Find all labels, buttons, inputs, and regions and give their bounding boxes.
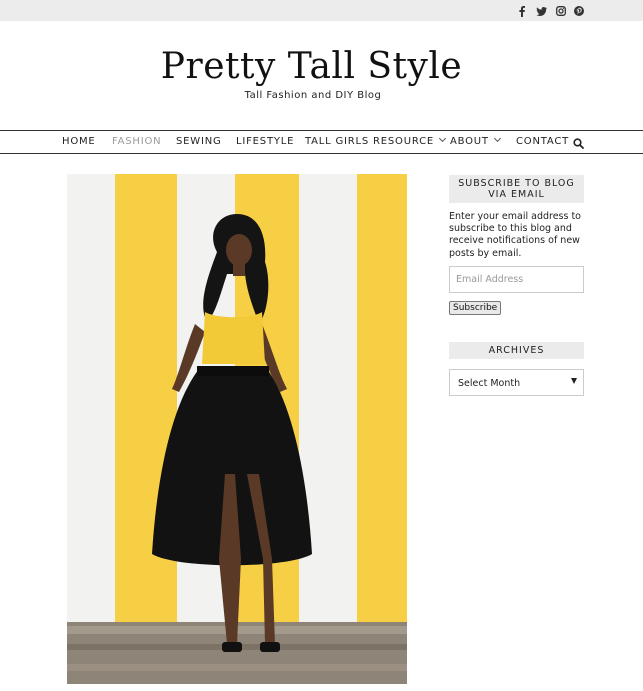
twitter-icon[interactable]	[535, 5, 547, 17]
main-nav: HOME FASHION SEWING LIFESTYLE TALL GIRLS…	[0, 130, 643, 154]
subscribe-widget-title: SUBSCRIBE TO BLOG VIA EMAIL	[449, 175, 584, 203]
subscribe-button[interactable]: Subscribe	[449, 301, 502, 315]
archives-month-select[interactable]: Select Month	[449, 369, 584, 396]
nav-item-label: ABOUT	[450, 136, 489, 147]
facebook-icon[interactable]	[518, 5, 526, 17]
subscribe-description: Enter your email address to subscribe to…	[449, 211, 581, 259]
pinterest-icon[interactable]	[573, 5, 584, 17]
search-icon[interactable]	[573, 136, 584, 149]
nav-item-fashion[interactable]: FASHION	[112, 136, 161, 147]
nav-item-about[interactable]: ABOUT	[450, 134, 501, 147]
top-social-bar	[0, 0, 643, 21]
nav-item-lifestyle[interactable]: LIFESTYLE	[236, 136, 294, 147]
email-field[interactable]	[449, 266, 584, 293]
archives-widget-title: ARCHIVES	[449, 342, 584, 359]
nav-item-label: TALL GIRLS RESOURCE	[305, 136, 434, 147]
site-title[interactable]: Pretty Tall Style	[0, 44, 623, 90]
nav-item-home[interactable]: HOME	[62, 136, 96, 147]
chevron-down-icon	[493, 134, 501, 143]
site-tagline: Tall Fashion and DIY Blog	[244, 90, 382, 101]
nav-item-tall-girls-resource[interactable]: TALL GIRLS RESOURCE	[305, 134, 447, 147]
dropdown-arrow-icon	[571, 378, 577, 384]
nav-item-contact[interactable]: CONTACT	[516, 136, 569, 147]
nav-item-sewing[interactable]: SEWING	[176, 136, 222, 147]
featured-post-image[interactable]	[67, 174, 407, 684]
select-value: Select Month	[458, 378, 521, 389]
chevron-down-icon	[438, 134, 447, 143]
instagram-icon[interactable]	[555, 5, 566, 17]
